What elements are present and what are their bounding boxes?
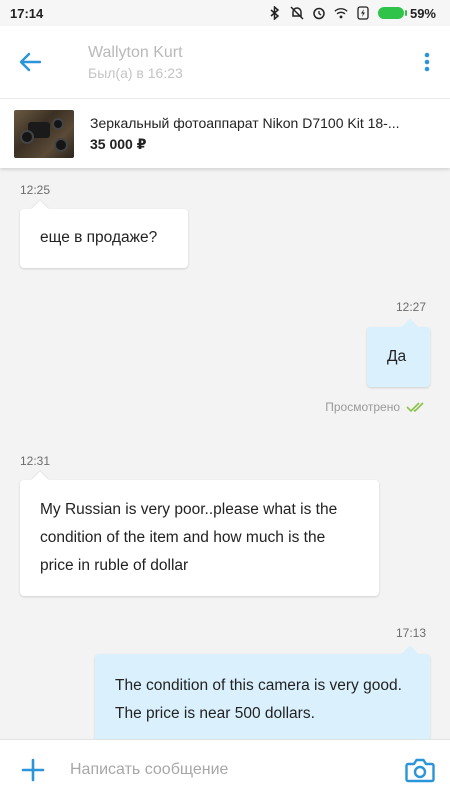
outgoing-message[interactable]: Да bbox=[367, 318, 430, 387]
message-time: 12:25 bbox=[20, 183, 51, 197]
double-check-icon bbox=[406, 402, 424, 413]
battery-icon bbox=[377, 7, 407, 19]
plus-icon bbox=[21, 758, 45, 782]
seen-status: Просмотрено bbox=[325, 400, 428, 414]
camera-icon bbox=[405, 758, 435, 783]
chat-title-block[interactable]: Wallyton Kurt Был(а) в 16:23 bbox=[60, 43, 404, 82]
message-input[interactable] bbox=[66, 750, 390, 790]
product-price: 35 000 ₽ bbox=[90, 136, 147, 152]
contact-last-seen: Был(а) в 16:23 bbox=[88, 64, 183, 81]
seen-label: Просмотрено bbox=[325, 400, 400, 414]
incoming-message[interactable]: My Russian is very poor..please what is … bbox=[20, 471, 379, 596]
message-compose-bar bbox=[0, 739, 450, 800]
battery-indicator: 59% bbox=[377, 5, 436, 21]
product-thumbnail bbox=[14, 109, 74, 158]
wifi-icon bbox=[334, 6, 348, 20]
contact-name: Wallyton Kurt bbox=[88, 43, 183, 61]
status-bar: 17:14 59% bbox=[0, 0, 450, 26]
status-time: 17:14 bbox=[10, 5, 44, 21]
incoming-message[interactable]: еще в продаже? bbox=[20, 200, 188, 268]
chat-header: Wallyton Kurt Был(а) в 16:23 bbox=[0, 26, 450, 98]
message-text: The condition of this camera is very goo… bbox=[115, 677, 402, 722]
product-info: Зеркальный фотоаппарат Nikon D7100 Kit 1… bbox=[74, 114, 400, 153]
back-button[interactable] bbox=[0, 26, 60, 98]
message-text: еще в продаже? bbox=[40, 229, 158, 246]
product-title: Зеркальный фотоаппарат Nikon D7100 Kit 1… bbox=[90, 115, 400, 131]
message-text: Да bbox=[387, 348, 407, 365]
camera-button[interactable] bbox=[390, 740, 450, 800]
attach-button[interactable] bbox=[0, 740, 66, 800]
alarm-icon bbox=[312, 6, 326, 20]
charging-icon bbox=[356, 6, 370, 20]
silent-icon bbox=[290, 6, 304, 20]
message-time: 17:13 bbox=[396, 626, 427, 640]
arrow-left-icon bbox=[19, 52, 41, 72]
message-time: 12:31 bbox=[20, 454, 51, 468]
status-icons: 59% bbox=[268, 6, 436, 21]
message-text: My Russian is very poor..please what is … bbox=[40, 501, 338, 574]
product-card[interactable]: Зеркальный фотоаппарат Nikon D7100 Kit 1… bbox=[0, 98, 450, 168]
bluetooth-icon bbox=[268, 6, 282, 20]
battery-percent: 59% bbox=[409, 5, 436, 21]
more-options-button[interactable] bbox=[404, 26, 450, 98]
message-time: 12:27 bbox=[396, 300, 427, 314]
more-vertical-icon bbox=[424, 52, 430, 72]
